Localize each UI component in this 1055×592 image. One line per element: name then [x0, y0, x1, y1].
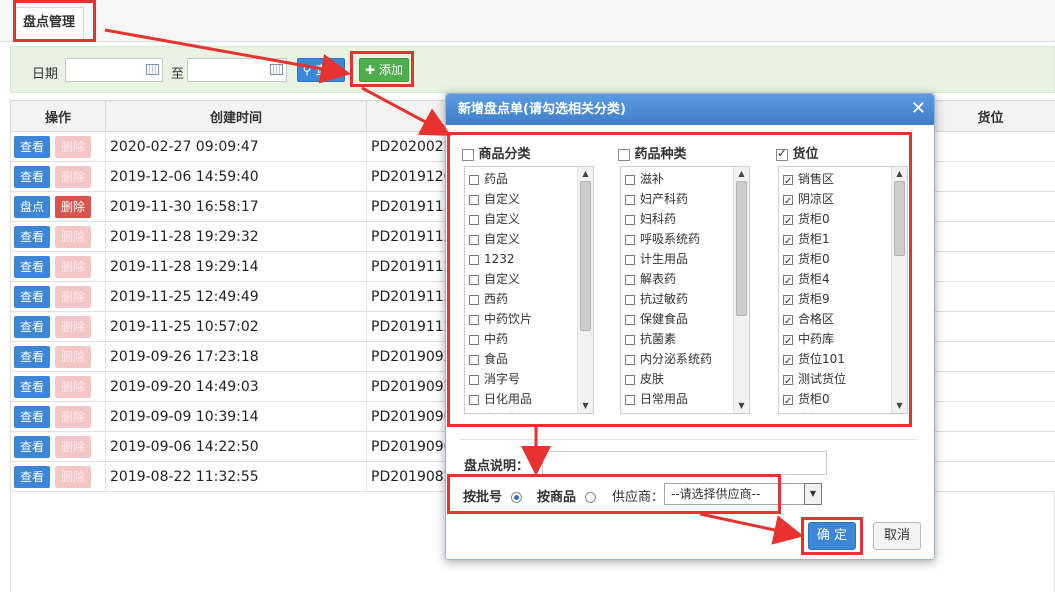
arrow-to-categories [361, 86, 452, 136]
arrow-to-add [104, 28, 351, 84]
annotation-arrows [104, 28, 804, 545]
arrow-to-confirm [699, 512, 804, 545]
